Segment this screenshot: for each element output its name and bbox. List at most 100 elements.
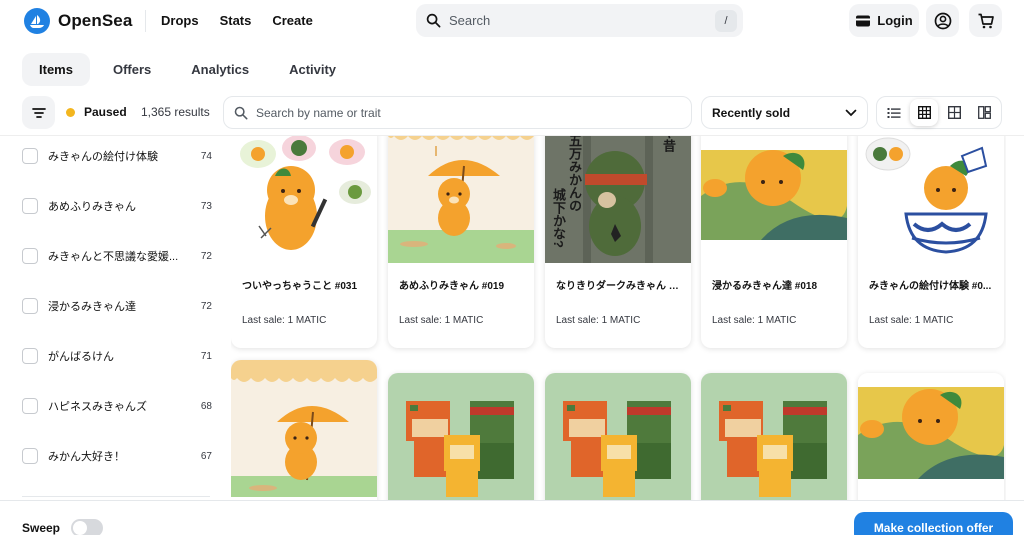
trait-name: がんばるけん <box>48 351 114 363</box>
trait-checkbox[interactable] <box>22 198 38 214</box>
sort-value: Recently sold <box>712 105 791 120</box>
nft-card[interactable] <box>701 373 847 500</box>
tab-offers[interactable]: Offers <box>96 53 168 86</box>
trait-checkbox[interactable] <box>22 148 38 164</box>
list-view-icon <box>887 107 901 118</box>
trait-filter-row[interactable]: みかん大好き！ 67 <box>22 446 212 466</box>
artwork-char: 城 <box>551 188 566 201</box>
chevron-down-icon <box>845 109 857 116</box>
global-search[interactable]: Search / <box>416 4 743 37</box>
trait-filter-row[interactable]: 浸かるみきゃん達 72 <box>22 296 212 316</box>
artwork-char: か <box>551 214 566 227</box>
small-grid-icon <box>917 106 931 119</box>
large-grid-view-button[interactable] <box>940 99 968 126</box>
trait-count: 72 <box>200 250 212 262</box>
trait-search-box[interactable]: Search by name or trait <box>223 96 692 129</box>
trait-checkbox[interactable] <box>22 298 38 314</box>
paused-status-dot <box>66 108 75 117</box>
nft-card[interactable] <box>545 373 691 500</box>
login-label: Login <box>877 13 913 28</box>
make-collection-offer-button[interactable]: Make collection offer <box>854 512 1013 535</box>
trait-filter-sidebar: みきゃんの絵付け体験 74 あめふりみきゃん 73 みきゃんと不思議な愛媛...… <box>0 136 222 496</box>
trait-count: 71 <box>200 350 212 362</box>
toggle-knob <box>73 521 87 535</box>
list-view-button[interactable] <box>880 99 908 126</box>
nft-image <box>231 360 377 497</box>
items-toolbar: Paused 1,365 results Search by name or t… <box>0 96 1024 129</box>
trait-count: 72 <box>200 300 212 312</box>
cart-button[interactable] <box>969 4 1002 37</box>
last-sale: Last sale: 1 MATIC <box>712 315 797 326</box>
trait-search-input[interactable]: Search by name or trait <box>256 106 381 120</box>
sidebar-divider <box>22 496 210 497</box>
trait-filter-row[interactable]: ハピネスみきゃんズ 68 <box>22 396 212 416</box>
trait-count: 67 <box>200 450 212 462</box>
tab-analytics[interactable]: Analytics <box>174 53 266 86</box>
nav-link-stats[interactable]: Stats <box>220 13 252 28</box>
trait-filter-row[interactable]: あめふりみきゃん 73 <box>22 196 212 216</box>
sweep-label: Sweep <box>22 521 61 535</box>
nft-image: 五万みかんの 城下かな? や昔 <box>545 136 691 263</box>
nft-card[interactable]: あめふりみきゃん #019 Last sale: 1 MATIC <box>388 136 534 348</box>
filter-toggle-button[interactable] <box>22 96 55 129</box>
nft-image <box>858 373 1004 500</box>
trait-name: あめふりみきゃん <box>48 201 136 213</box>
nft-card[interactable]: 浸かるみきゃん達 #018 Last sale: 1 MATIC <box>701 136 847 348</box>
nft-card[interactable]: ついやっちゃうこと #031 Last sale: 1 MATIC <box>231 136 377 348</box>
nft-name: なりきりダークみきゃん #... <box>556 281 682 292</box>
trait-name: 浸かるみきゃん達 <box>48 301 136 313</box>
artwork-text: 五万みかんの <box>567 136 582 212</box>
bottom-action-bar: Sweep Make collection offer <box>0 500 1024 535</box>
nft-image <box>545 373 691 500</box>
artwork-char: か <box>567 173 582 186</box>
artwork-char: 下 <box>551 201 566 214</box>
artwork-text: 城下かな? <box>551 188 566 248</box>
nft-image <box>858 136 1004 263</box>
artwork-char: 万 <box>567 147 582 160</box>
sort-dropdown[interactable]: Recently sold <box>701 96 868 129</box>
last-sale: Last sale: 1 MATIC <box>869 315 954 326</box>
nft-image <box>701 373 847 500</box>
trait-checkbox[interactable] <box>22 398 38 414</box>
nav-link-drops[interactable]: Drops <box>161 13 199 28</box>
opensea-logo[interactable]: OpenSea <box>24 8 132 34</box>
nft-card[interactable] <box>388 373 534 500</box>
trait-checkbox[interactable] <box>22 348 38 364</box>
trait-name: みきゃんの絵付け体験 <box>48 151 158 163</box>
artwork-char: み <box>567 160 582 173</box>
status-label: Paused <box>84 105 127 119</box>
nft-card[interactable] <box>231 360 377 500</box>
nft-card[interactable]: みきゃんの絵付け体験 #0... Last sale: 1 MATIC <box>858 136 1004 348</box>
nft-card[interactable] <box>858 373 1004 500</box>
search-icon <box>234 106 248 119</box>
trait-filter-row[interactable]: みきゃんと不思議な愛媛... 72 <box>22 246 212 266</box>
tab-items[interactable]: Items <box>22 53 90 86</box>
results-count: 1,365 results <box>141 105 210 119</box>
artwork-char: の <box>567 199 582 212</box>
trait-checkbox[interactable] <box>22 448 38 464</box>
login-button[interactable]: Login <box>849 4 919 37</box>
detail-view-button[interactable] <box>970 99 998 126</box>
trait-filter-row[interactable]: がんばるけん 71 <box>22 346 212 366</box>
cart-icon <box>978 13 994 28</box>
large-grid-icon <box>947 106 961 119</box>
trait-filter-row[interactable]: みきゃんの絵付け体験 74 <box>22 146 212 166</box>
profile-button[interactable] <box>926 4 959 37</box>
search-input[interactable]: Search <box>449 13 715 28</box>
tab-activity[interactable]: Activity <box>272 53 353 86</box>
profile-icon <box>934 12 951 29</box>
nav-link-create[interactable]: Create <box>272 13 312 28</box>
nft-card[interactable]: 五万みかんの 城下かな? や昔 なりきりダークみきゃん #... Last sa… <box>545 136 691 348</box>
filter-icon <box>31 107 46 118</box>
small-grid-view-button[interactable] <box>910 99 938 126</box>
sweep-toggle[interactable] <box>71 519 103 535</box>
view-mode-group <box>876 96 1002 129</box>
trait-checkbox[interactable] <box>22 248 38 264</box>
trait-count: 73 <box>200 200 212 212</box>
search-icon <box>426 13 441 28</box>
nft-image <box>388 373 534 500</box>
trait-count: 74 <box>200 150 212 162</box>
items-grid: ついやっちゃうこと #031 Last sale: 1 MATIC あめふりみき… <box>231 136 1006 500</box>
artwork-char: ん <box>567 186 582 199</box>
top-nav: OpenSea Drops Stats Create Search / Logi… <box>0 0 1024 44</box>
